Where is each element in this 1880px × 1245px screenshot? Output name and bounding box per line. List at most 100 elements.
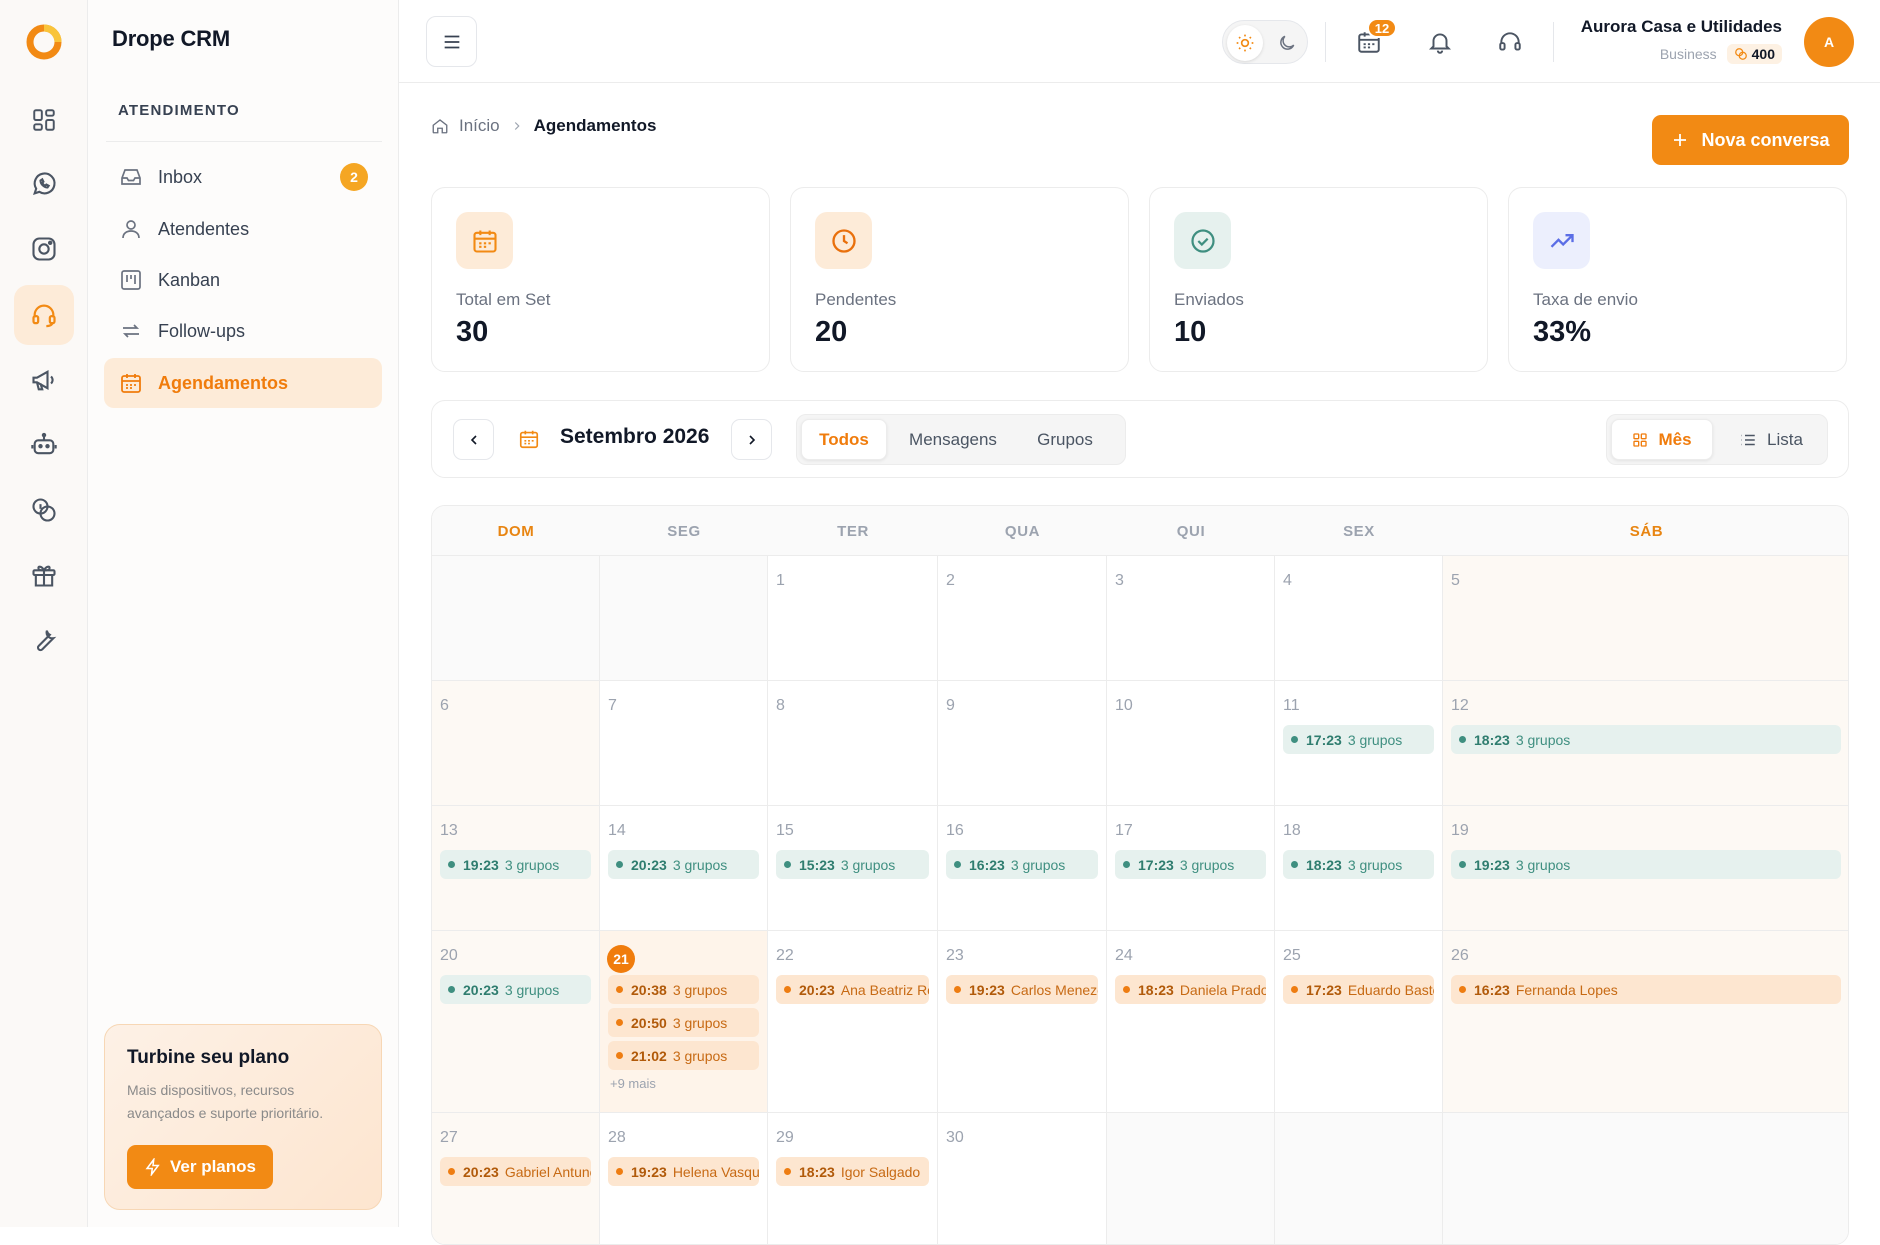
calendar-day-30[interactable]: 30 [938,1113,1107,1244]
group-event[interactable]: 20:23 3 grupos [608,850,759,879]
event-label: 3 grupos [504,981,560,998]
plus-icon [1671,131,1689,149]
calendar-day-4[interactable]: 4 [1275,556,1443,681]
moon-icon[interactable] [1269,25,1305,61]
scheduled-event[interactable]: 21:02 3 grupos [608,1041,759,1070]
instagram-icon[interactable] [14,219,74,279]
calendar-day-1[interactable]: 1 [768,556,938,681]
menu-toggle-button[interactable] [426,16,477,67]
list-icon [1739,431,1757,449]
scheduled-calendar-button[interactable]: 12 [1349,18,1397,62]
sidebar-item-atendentes[interactable]: Atendentes [104,204,382,254]
calendar-day-19[interactable]: 19 19:23 3 grupos [1443,806,1848,931]
app-logo[interactable] [24,22,64,62]
sidebar-item-inbox[interactable]: Inbox 2 [104,152,382,202]
event-label: 3 grupos [1010,856,1066,873]
group-event[interactable]: 19:23 3 grupos [440,850,591,879]
calendar-day-11[interactable]: 11 17:23 3 grupos [1275,681,1443,806]
sun-icon[interactable] [1227,25,1263,61]
group-event[interactable]: 20:23 3 grupos [440,975,591,1004]
view-list[interactable]: Lista [1719,419,1823,460]
calendar-day-21[interactable]: 21 20:38 3 grupos 20:50 3 grupos 21:02 3 grupo… [600,931,768,1113]
scheduled-event[interactable]: 20:38 3 grupos [608,975,759,1004]
account-name[interactable]: Aurora Casa e Utilidades [1581,17,1782,37]
scheduled-event[interactable]: 18:23 Daniela Prado [1115,975,1266,1004]
scheduled-event[interactable]: 18:23 Igor Salgado [776,1157,929,1186]
filter-todos[interactable]: Todos [801,419,887,460]
calendar-day-18[interactable]: 18 18:23 3 grupos [1275,806,1443,931]
group-event[interactable]: 18:23 3 grupos [1283,850,1434,879]
kanban-icon [118,267,144,293]
calendar-day-9[interactable]: 9 [938,681,1107,806]
event-time: 20:23 [463,981,499,998]
group-event[interactable]: 19:23 3 grupos [1451,850,1841,879]
calendar-day-5[interactable]: 5 [1443,556,1848,681]
wrench-icon[interactable] [14,610,74,670]
scheduled-event[interactable]: 19:23 Helena Vasques [608,1157,759,1186]
calendar-day-15[interactable]: 15 15:23 3 grupos [768,806,938,931]
calendar-day-8[interactable]: 8 [768,681,938,806]
calendar-day-29[interactable]: 29 18:23 Igor Salgado [768,1113,938,1244]
day-number: 2 [946,572,955,589]
breadcrumb-home[interactable]: Início [459,116,500,136]
scheduled-event[interactable]: 16:23 Fernanda Lopes [1451,975,1841,1004]
scheduled-event[interactable]: 19:23 Carlos Menezes [946,975,1098,1004]
calendar-day-20[interactable]: 20 20:23 3 grupos [432,931,600,1113]
plan-name: Business [1659,46,1717,62]
home-icon[interactable] [431,117,449,135]
headset-icon[interactable] [14,285,74,345]
calendar-day-22[interactable]: 22 20:23 Ana Beatriz Roch [768,931,938,1113]
calendar-day-27[interactable]: 27 20:23 Gabriel Antunes [432,1113,600,1244]
weekday-qui: QUI [1176,522,1206,540]
group-event[interactable]: 16:23 3 grupos [946,850,1098,879]
calendar-day-16[interactable]: 16 16:23 3 grupos [938,806,1107,931]
filter-grupos[interactable]: Grupos [1015,419,1115,460]
calendar-day-26[interactable]: 26 16:23 Fernanda Lopes [1443,931,1848,1113]
event-time: 16:23 [969,856,1005,873]
group-event[interactable]: 17:23 3 grupos [1283,725,1434,754]
support-button[interactable] [1490,22,1530,62]
group-event[interactable]: 18:23 3 grupos [1451,725,1841,754]
calendar-day-13[interactable]: 13 19:23 3 grupos [432,806,600,931]
sidebar-item-kanban[interactable]: Kanban [104,255,382,305]
calendar-day-6[interactable]: 6 [432,681,600,806]
scheduled-event[interactable]: 20:23 Ana Beatriz Roch [776,975,929,1004]
calendar-day-17[interactable]: 17 17:23 3 grupos [1107,806,1275,931]
gift-icon[interactable] [14,545,74,605]
calendar-day-7[interactable]: 7 [600,681,768,806]
group-event[interactable]: 15:23 3 grupos [776,850,929,879]
megaphone-icon[interactable] [14,350,74,410]
new-conversation-button[interactable]: Nova conversa [1652,115,1849,165]
calendar-day-14[interactable]: 14 20:23 3 grupos [600,806,768,931]
next-month-button[interactable] [731,419,772,460]
group-event[interactable]: 17:23 3 grupos [1115,850,1266,879]
prev-month-button[interactable] [453,419,494,460]
avatar[interactable]: A [1804,17,1854,67]
calendar-day-12[interactable]: 12 18:23 3 grupos [1443,681,1848,806]
dashboard-icon[interactable] [14,90,74,150]
calendar-day-3[interactable]: 3 [1107,556,1275,681]
sidebar-item-agendamentos[interactable]: Agendamentos [104,358,382,408]
event-time: 15:23 [799,856,835,873]
bot-icon[interactable] [14,415,74,475]
scheduled-event[interactable]: 17:23 Eduardo Bastos [1283,975,1434,1004]
calendar-day-10[interactable]: 10 [1107,681,1275,806]
filter-mensagens[interactable]: Mensagens [897,419,1009,460]
weekday-header: DOM SEG TER QUA QUI SEX SÁB [432,506,1848,556]
notifications-button[interactable] [1420,22,1460,62]
calendar-day-24[interactable]: 24 18:23 Daniela Prado [1107,931,1275,1113]
scheduled-event[interactable]: 20:50 3 grupos [608,1008,759,1037]
view-plans-button[interactable]: Ver planos [127,1145,273,1189]
calendar-day-28[interactable]: 28 19:23 Helena Vasques [600,1113,768,1244]
sidebar-item-follow-ups[interactable]: Follow-ups [104,306,382,356]
more-events-link[interactable]: +9 mais [610,1076,656,1091]
scheduled-event[interactable]: 20:23 Gabriel Antunes [440,1157,591,1186]
theme-toggle[interactable] [1222,20,1308,64]
status-dot [616,861,623,868]
calendar-day-25[interactable]: 25 17:23 Eduardo Bastos [1275,931,1443,1113]
calendar-day-2[interactable]: 2 [938,556,1107,681]
view-month[interactable]: Mês [1611,419,1713,460]
coins-icon[interactable] [14,480,74,540]
whatsapp-icon[interactable] [14,154,74,214]
calendar-day-23[interactable]: 23 19:23 Carlos Menezes [938,931,1107,1113]
